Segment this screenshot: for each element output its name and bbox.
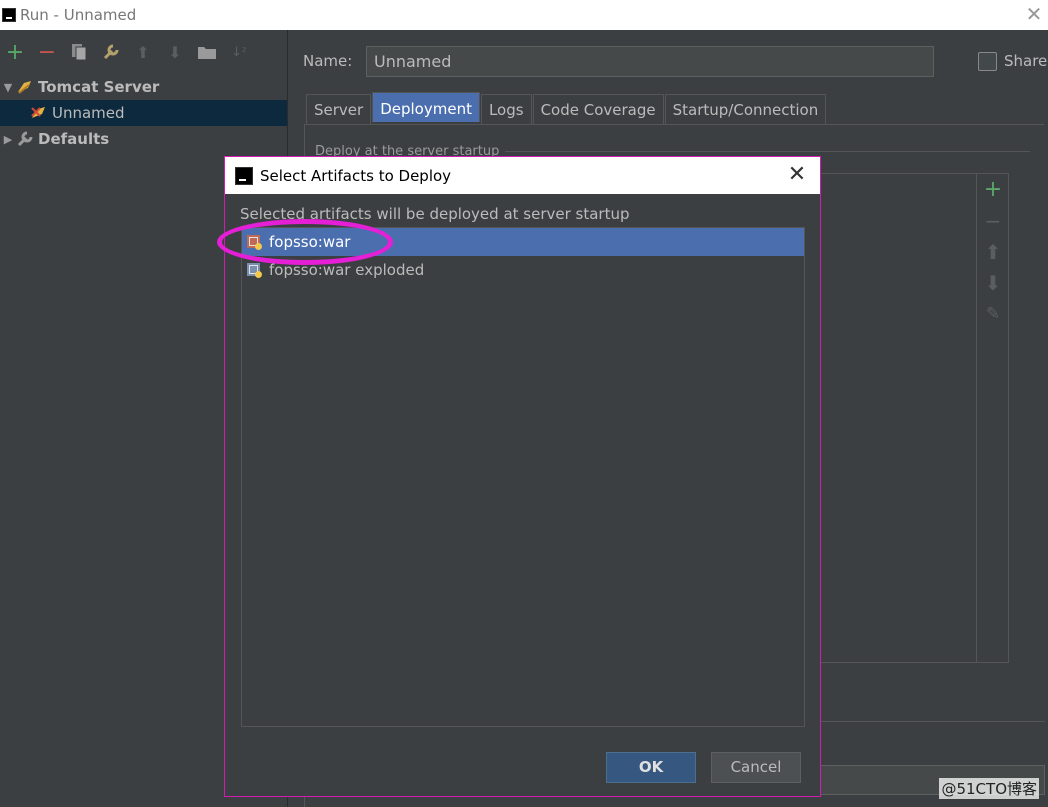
move-up-icon[interactable]: ⬆ [977, 236, 1009, 267]
ok-button[interactable]: OK [606, 752, 696, 783]
artifact-exploded-icon [246, 261, 264, 279]
sort-icon[interactable]: ↓ᶻ [228, 41, 250, 63]
expand-arrow-icon[interactable]: ▼ [0, 81, 16, 94]
tree-item-label: Tomcat Server [38, 78, 160, 96]
copy-icon[interactable] [68, 41, 90, 63]
tab-deployment[interactable]: Deployment [372, 92, 480, 122]
tomcat-icon [16, 79, 34, 95]
tree-item-defaults[interactable]: ▶ Defaults [0, 126, 287, 152]
dialog-close-icon[interactable]: ✕ [786, 164, 808, 186]
remove-icon[interactable]: − [36, 40, 58, 65]
share-label: Share [1004, 52, 1048, 70]
section-divider [505, 151, 1030, 152]
annotation-ellipse [217, 219, 393, 265]
remove-artifact-icon[interactable]: − [977, 205, 1009, 236]
add-icon[interactable]: + [4, 40, 26, 65]
collapse-arrow-icon[interactable]: ▶ [0, 133, 16, 146]
window-titlebar: Run - Unnamed ✕ [0, 0, 1048, 30]
watermark: @51CTO博客 [939, 778, 1039, 799]
tab-code-coverage[interactable]: Code Coverage [532, 94, 664, 124]
dialog-title: Select Artifacts to Deploy [260, 166, 452, 185]
tree-item-unnamed[interactable]: Unnamed [0, 100, 287, 126]
folder-icon[interactable] [196, 41, 218, 63]
config-tabs: Server Deployment Logs Code Coverage Sta… [306, 92, 827, 124]
tree-item-tomcat-server[interactable]: ▼ Tomcat Server [0, 74, 287, 100]
move-down-icon[interactable]: ⬇ [977, 267, 1009, 298]
tomcat-run-config-icon [30, 105, 48, 121]
edit-pencil-icon[interactable]: ✎ [977, 298, 1009, 329]
name-label: Name: [303, 52, 353, 70]
name-field[interactable]: Unnamed [366, 46, 934, 77]
intellij-icon [2, 8, 16, 22]
wrench-icon [16, 131, 34, 147]
deploy-list-toolbar: + − ⬆ ⬇ ✎ [977, 173, 1009, 663]
add-artifact-icon[interactable]: + [977, 174, 1009, 205]
move-up-icon[interactable]: ⬆ [132, 41, 154, 63]
window-close-icon[interactable]: ✕ [1024, 4, 1044, 24]
move-down-icon[interactable]: ⬇ [164, 41, 186, 63]
share-checkbox[interactable] [978, 52, 997, 71]
select-artifacts-dialog: Select Artifacts to Deploy ✕ Selected ar… [217, 156, 821, 797]
tab-logs[interactable]: Logs [480, 94, 532, 124]
intellij-icon [235, 166, 253, 185]
tab-server[interactable]: Server [306, 94, 372, 124]
dialog-titlebar: Select Artifacts to Deploy ✕ [225, 157, 820, 194]
cancel-button[interactable]: Cancel [711, 752, 801, 783]
window-title: Run - Unnamed [20, 6, 137, 24]
run-config-toolbar: + − ⬆ ⬇ ↓ᶻ [0, 30, 287, 74]
tree-item-label: Unnamed [52, 104, 125, 122]
wrench-icon[interactable] [100, 41, 122, 63]
tree-item-label: Defaults [38, 130, 110, 148]
artifact-list: fopsso:war fopsso:war exploded [241, 227, 805, 727]
tab-startup-connection[interactable]: Startup/Connection [664, 94, 827, 124]
